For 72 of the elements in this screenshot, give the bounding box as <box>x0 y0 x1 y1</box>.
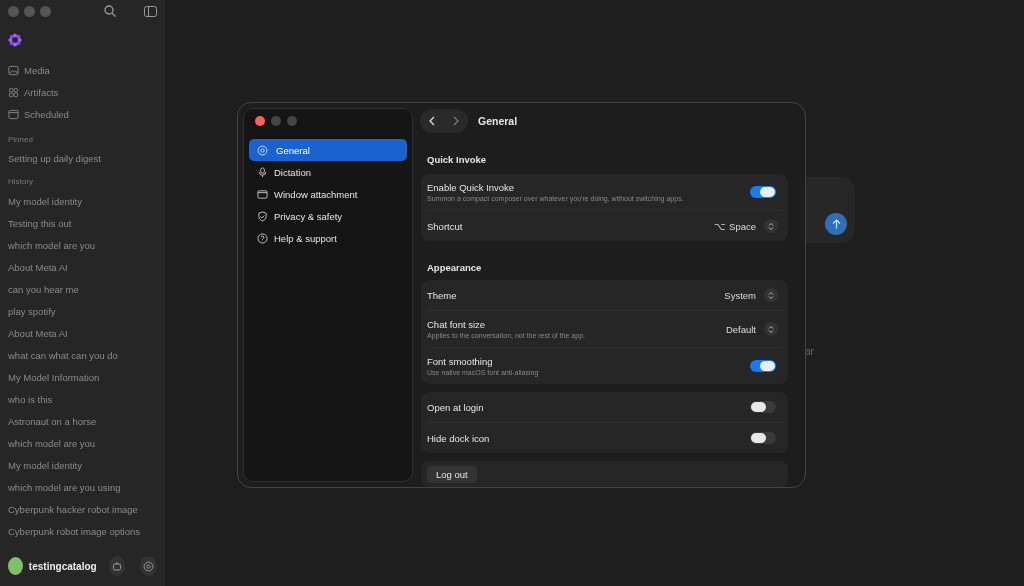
grid-icon <box>8 86 19 98</box>
chat-item[interactable]: Setting up daily digest <box>8 147 157 169</box>
chat-item[interactable]: which model are you using <box>8 476 157 498</box>
up-down-chevron-icon <box>768 290 774 300</box>
robot-icon <box>111 561 122 571</box>
up-down-chevron-icon <box>768 221 774 231</box>
setting-label: Chat font size <box>427 319 487 330</box>
chat-item[interactable]: what can what can you do <box>8 344 157 366</box>
chat-item[interactable]: which model are you <box>8 234 157 256</box>
chat-item[interactable]: Cyberpunk robot image options <box>8 520 157 542</box>
chat-item[interactable]: About Meta AI <box>8 322 157 344</box>
back-icon[interactable] <box>429 116 435 126</box>
window-icon <box>257 188 268 200</box>
microphone-icon <box>257 166 268 178</box>
settings-nav-item[interactable]: Window attachment <box>249 183 407 205</box>
settings-button[interactable] <box>140 556 157 576</box>
chat-item[interactable]: My model identity <box>8 454 157 476</box>
calendar-icon <box>8 108 19 120</box>
setting-label: Shortcut <box>427 220 464 232</box>
send-button[interactable] <box>825 213 847 235</box>
setting-label: Theme <box>427 289 458 301</box>
arrow-up-icon <box>831 219 841 229</box>
select-dropdown[interactable]: Default <box>725 322 782 336</box>
chat-item[interactable]: Astronaut on a horse <box>8 410 157 432</box>
bot-button[interactable] <box>108 556 126 576</box>
toggle-switch[interactable] <box>750 432 776 444</box>
settings-icon <box>143 560 155 572</box>
select-dropdown[interactable]: ⌥ Space <box>714 219 782 233</box>
chat-item[interactable]: Testing this out <box>8 212 157 234</box>
section-heading: History <box>8 175 34 187</box>
sidebar-toggle-icon[interactable] <box>144 5 157 17</box>
flower-logo-icon <box>8 33 22 47</box>
section-heading: Pinned <box>8 133 34 145</box>
setting-label: Font smoothing <box>427 356 494 367</box>
navigation-buttons[interactable] <box>420 109 468 133</box>
search-icon[interactable] <box>104 5 116 17</box>
user-name: testingcatalog <box>28 560 97 572</box>
sidebar-item[interactable]: Artifacts <box>8 81 157 103</box>
page-title: General <box>478 115 518 127</box>
setting-label: Hide dock icon <box>427 432 491 444</box>
settings-nav-item[interactable]: Privacy & safety <box>249 205 407 227</box>
chat-item[interactable]: Cyberpunk hacker robot image <box>8 498 157 520</box>
close-button[interactable] <box>255 116 265 126</box>
toggle-switch[interactable] <box>750 186 776 198</box>
shield-icon <box>257 210 268 222</box>
chat-item[interactable]: can you hear me <box>8 278 157 300</box>
chat-item[interactable]: My Model Information <box>8 366 157 388</box>
settings-nav-item[interactable]: Help & support <box>249 227 407 249</box>
chat-item[interactable]: which model are you <box>8 432 157 454</box>
image-icon <box>8 64 19 76</box>
settings-nav-item[interactable]: Dictation <box>249 161 407 183</box>
sidebar-item[interactable]: Scheduled <box>8 103 157 125</box>
select-dropdown[interactable]: System <box>724 288 782 302</box>
chat-item[interactable]: About Meta AI <box>8 256 157 278</box>
forward-icon[interactable] <box>453 116 459 126</box>
sidebar-item[interactable]: Media <box>8 59 157 81</box>
up-down-chevron-icon <box>768 324 774 334</box>
section-heading: Appearance <box>427 262 483 274</box>
toggle-switch[interactable] <box>750 401 776 413</box>
chat-item[interactable]: who is this <box>8 388 157 410</box>
toggle-switch[interactable] <box>750 360 776 372</box>
setting-label: Open at login <box>427 401 485 413</box>
background-text: ar <box>805 346 814 357</box>
help-icon <box>257 232 268 244</box>
settings-icon <box>257 144 268 156</box>
section-heading: Quick Invoke <box>427 154 488 166</box>
chat-item[interactable]: My model identity <box>8 190 157 212</box>
avatar[interactable] <box>8 557 23 575</box>
settings-nav-item[interactable]: General <box>249 139 407 161</box>
chat-item[interactable]: play spotify <box>8 300 157 322</box>
log-out-button[interactable]: Log out <box>427 465 477 483</box>
setting-label: Enable Quick Invoke <box>427 182 516 193</box>
